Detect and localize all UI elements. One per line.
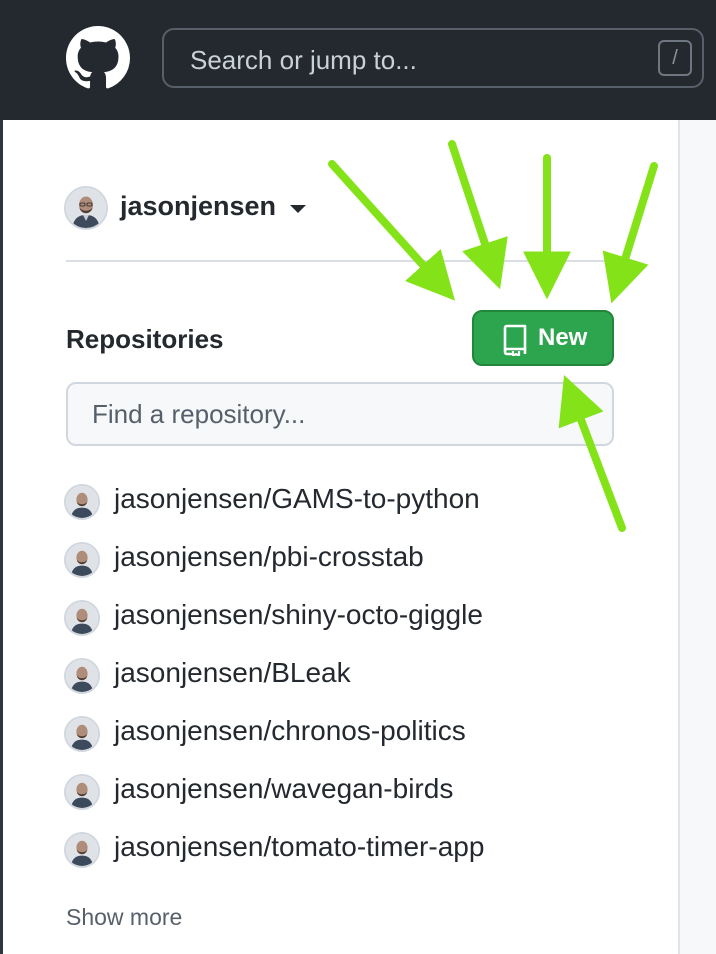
annotation-arrow-icon xyxy=(558,375,626,532)
annotation-arrow-icon xyxy=(448,140,508,290)
annotation-arrow-icon xyxy=(328,160,455,301)
annotation-arrows xyxy=(328,140,658,532)
annotation-arrow-icon xyxy=(602,162,658,304)
